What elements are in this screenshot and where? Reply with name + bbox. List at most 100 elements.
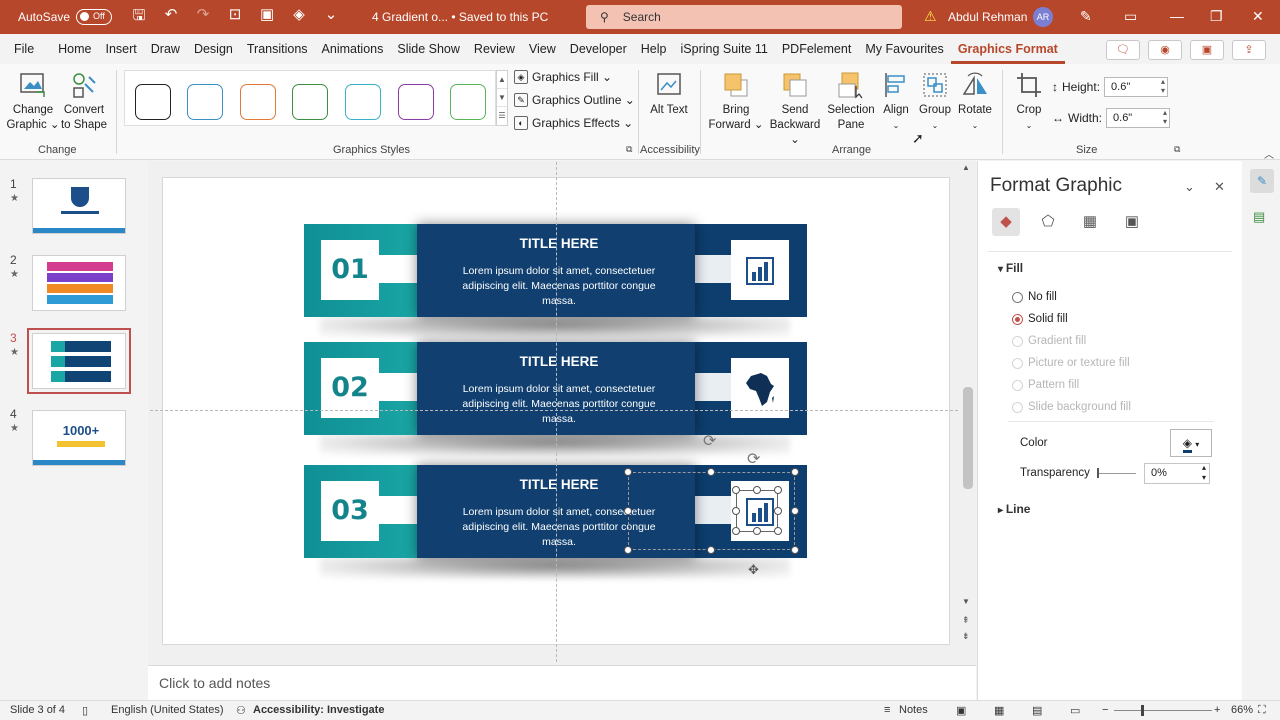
transparency-slider[interactable] xyxy=(1097,468,1136,478)
style-swatch-4[interactable] xyxy=(292,84,328,120)
zoom-in-icon[interactable]: + xyxy=(1214,704,1220,716)
resize-handle[interactable] xyxy=(624,468,632,476)
size-properties-tab-icon[interactable]: ▦ xyxy=(1076,208,1104,236)
previous-slide-icon[interactable]: ⇞ xyxy=(962,615,970,626)
undo-icon[interactable]: ↶ xyxy=(162,5,180,30)
avatar[interactable]: AR xyxy=(1033,7,1053,27)
tab-graphics-format[interactable]: Graphics Format xyxy=(950,34,1065,64)
present-teams-icon[interactable]: ▣ xyxy=(1190,40,1224,60)
width-input[interactable]: 0.6" xyxy=(1106,108,1171,128)
color-picker-button[interactable]: ◈ ▾ xyxy=(1170,429,1212,457)
search-box[interactable]: ⚲ Search xyxy=(586,5,902,29)
size-dialog-launcher-icon[interactable]: ⧉ xyxy=(1174,144,1180,155)
solid-fill-radio[interactable]: Solid fill xyxy=(1012,313,1068,325)
zoom-level[interactable]: 66% xyxy=(1231,704,1253,716)
scroll-thumb[interactable] xyxy=(963,387,973,489)
close-icon[interactable]: ✕ xyxy=(1252,8,1264,25)
normal-view-icon[interactable]: ▣ xyxy=(956,704,966,717)
slide-thumbnail-1[interactable] xyxy=(32,178,126,234)
warning-icon[interactable]: ⚠ xyxy=(924,8,937,25)
resize-handle[interactable] xyxy=(791,507,799,515)
style-swatch-1[interactable] xyxy=(135,84,171,120)
graphics-fill-button[interactable]: ◈ Graphics Fill ⌄ xyxy=(514,70,612,84)
notes-toggle[interactable]: Notes xyxy=(899,704,928,716)
document-title[interactable]: 4 Gradient o... • Saved to this PC xyxy=(372,10,548,24)
row-title[interactable]: TITLE HERE xyxy=(417,354,701,369)
picture-tab-icon[interactable]: ▣ xyxy=(1118,208,1146,236)
row-number[interactable]: 01 xyxy=(321,240,379,300)
notes-pane[interactable]: Click to add notes xyxy=(148,665,976,700)
shapes-icon[interactable]: ◈ xyxy=(290,5,308,30)
send-backward-button[interactable]: Send Backward ⌄ xyxy=(764,70,826,148)
tab-developer[interactable]: Developer xyxy=(563,34,634,64)
style-swatch-5[interactable] xyxy=(345,84,381,120)
ribbon-display-icon[interactable]: ▭ xyxy=(1124,8,1137,25)
tab-file[interactable]: File xyxy=(0,34,41,64)
selection-pane-button[interactable]: Selection Pane xyxy=(826,70,876,133)
slide-thumbnail-2[interactable] xyxy=(32,255,126,311)
icon-resize-handle[interactable] xyxy=(753,527,761,535)
icon-resize-handle[interactable] xyxy=(732,527,740,535)
save-icon[interactable]: 🖫 xyxy=(130,5,148,30)
row-number[interactable]: 03 xyxy=(321,481,379,541)
zoom-slider[interactable] xyxy=(1114,710,1212,711)
change-graphic-button[interactable]: Change Graphic ⌄ xyxy=(6,70,60,133)
redo-icon[interactable]: ↷ xyxy=(194,5,212,30)
restore-icon[interactable]: ❐ xyxy=(1210,8,1223,25)
icon-resize-handle[interactable] xyxy=(732,507,740,515)
height-input[interactable]: 0.6" xyxy=(1104,77,1169,97)
autosave-toggle[interactable]: Off xyxy=(76,9,113,25)
language-indicator[interactable]: English (United States) xyxy=(111,704,224,716)
present-icon[interactable]: ⊡ xyxy=(226,5,244,30)
pane-options-icon[interactable]: ⌄ xyxy=(1184,179,1195,195)
photo-icon[interactable]: ▣ xyxy=(258,5,276,30)
slideshow-view-icon[interactable]: ▭ xyxy=(1070,704,1080,717)
tab-design[interactable]: Design xyxy=(187,34,240,64)
gallery-up-icon[interactable]: ▲ xyxy=(497,71,507,89)
scroll-down-icon[interactable]: ▼ xyxy=(962,597,970,606)
style-swatch-7[interactable] xyxy=(450,84,486,120)
crop-button[interactable]: Crop ⌄ xyxy=(1010,70,1048,133)
tab-insert[interactable]: Insert xyxy=(99,34,144,64)
slide-thumbnail-4[interactable]: 1000+ xyxy=(32,410,126,466)
icon-resize-handle[interactable] xyxy=(774,527,782,535)
row-body[interactable]: Lorem ipsum dolor sit amet, consectetuer… xyxy=(450,264,668,309)
style-swatch-3[interactable] xyxy=(240,84,276,120)
fill-section-header[interactable]: ▾ Fill xyxy=(998,261,1023,275)
next-slide-icon[interactable]: ⇟ xyxy=(962,631,970,642)
row-body[interactable]: Lorem ipsum dolor sit amet, consectetuer… xyxy=(450,382,668,427)
resize-handle[interactable] xyxy=(624,546,632,554)
reading-view-icon[interactable]: ▤ xyxy=(1032,704,1042,717)
dialog-launcher-icon[interactable]: ⧉ xyxy=(626,144,632,155)
editor-scrollbar[interactable]: ▲ ▼ ⇞ ⇟ xyxy=(960,161,976,665)
style-swatch-2[interactable] xyxy=(187,84,223,120)
minimize-icon[interactable]: — xyxy=(1170,8,1184,24)
resize-handle[interactable] xyxy=(791,546,799,554)
transparency-spin-icon[interactable]: ▴ ▾ xyxy=(1202,463,1206,483)
tab-home[interactable]: Home xyxy=(51,34,98,64)
collapse-ribbon-icon[interactable]: ︿ xyxy=(1264,146,1274,161)
icon-resize-handle[interactable] xyxy=(732,486,740,494)
customize-qat-icon[interactable]: ⌄ xyxy=(322,5,340,30)
fit-to-window-icon[interactable]: ⛶ xyxy=(1258,704,1266,717)
tab-my-favourites[interactable]: My Favourites xyxy=(858,34,951,64)
alt-text-button[interactable]: Alt Text xyxy=(650,70,688,118)
tab-draw[interactable]: Draw xyxy=(144,34,187,64)
pane-close-icon[interactable]: ✕ xyxy=(1214,179,1225,195)
style-swatch-6[interactable] xyxy=(398,84,434,120)
gallery-down-icon[interactable]: ▼ xyxy=(497,89,507,107)
group-button[interactable]: Group ⌄ xyxy=(916,70,954,133)
convert-to-shape-button[interactable]: Convert to Shape xyxy=(60,70,108,133)
pen-icon[interactable]: ✎ xyxy=(1080,8,1092,25)
tab-slide-show[interactable]: Slide Show xyxy=(390,34,467,64)
slide-thumbnail-3[interactable] xyxy=(27,328,131,394)
line-section-header[interactable]: ▸ Line xyxy=(998,502,1030,516)
resize-handle[interactable] xyxy=(707,546,715,554)
graphics-outline-button[interactable]: ✎ Graphics Outline ⌄ xyxy=(514,93,635,107)
graphics-effects-button[interactable]: ◐ Graphics Effects ⌄ xyxy=(514,116,633,130)
tab-view[interactable]: View xyxy=(522,34,563,64)
spelling-icon[interactable]: ▯ xyxy=(82,704,88,717)
tab-transitions[interactable]: Transitions xyxy=(240,34,315,64)
user-name[interactable]: Abdul Rehman xyxy=(948,10,1027,24)
tab-animations[interactable]: Animations xyxy=(315,34,391,64)
